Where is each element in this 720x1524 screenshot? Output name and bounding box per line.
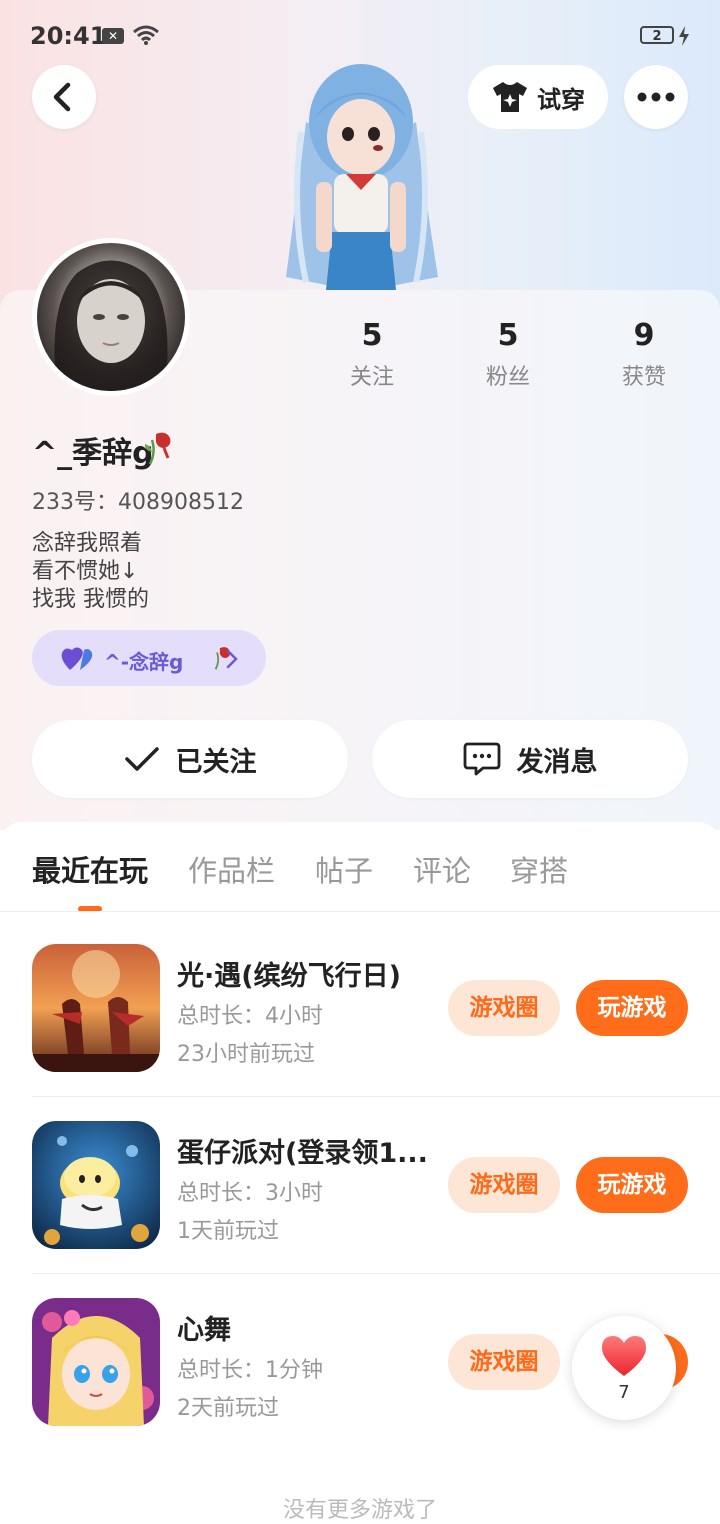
profile-stats: 5 关注 5 粉丝 9 获赞 (330, 318, 700, 398)
avatar[interactable] (32, 238, 190, 396)
floating-like-button[interactable]: 7 (572, 1316, 676, 1420)
heart-icon (602, 1336, 646, 1376)
cp-name: ^-念辞g (104, 650, 184, 674)
avatar-photo (37, 243, 185, 391)
game-last-played: 23小时前玩过 (177, 1042, 315, 1067)
stat-label: 关注 (349, 365, 394, 390)
divider (0, 911, 720, 912)
chevron-left-icon (53, 82, 71, 112)
follow-label: 已关注 (175, 746, 257, 778)
tab-outfits[interactable]: 穿搭 (510, 848, 568, 890)
stat-label: 粉丝 (485, 365, 530, 390)
charging-icon (679, 26, 689, 46)
stat-value: 5 (497, 318, 519, 353)
checkmark-icon (124, 747, 159, 771)
like-count: 7 (618, 1382, 630, 1403)
bio-line: 找我 我惯的 (32, 587, 149, 612)
heart-pair-icon (61, 647, 93, 670)
game-circle-button[interactable]: 游戏圈 (448, 1334, 560, 1390)
user-bio: 念辞我照着 看不惯她↓ 找我 我惯的 (32, 530, 149, 614)
game-list-item[interactable]: 光·遇(缤纷飞行日) 总时长：4小时 23小时前玩过 游戏圈 玩游戏 (0, 944, 720, 1120)
game-last-played: 2天前玩过 (177, 1396, 279, 1421)
send-message-button[interactable]: 发消息 (372, 720, 688, 798)
tab-bar: 最近在玩 作品栏 帖子 评论 穿搭 (0, 848, 720, 910)
game-duration: 总时长：3小时 (177, 1181, 323, 1206)
game-name: 蛋仔派对(登录领1... (177, 1138, 427, 1169)
no-more-games-text: 没有更多游戏了 (282, 1498, 437, 1523)
divider (32, 1096, 720, 1097)
more-options-button[interactable] (624, 65, 688, 129)
tab-comments[interactable]: 评论 (413, 848, 471, 890)
stat-value: 5 (361, 318, 383, 353)
more-dots-icon (637, 92, 675, 102)
game-icon-sky[interactable] (32, 944, 160, 1072)
cp-relation-pill[interactable]: ^-念辞g (32, 630, 266, 686)
stat-value: 9 (633, 318, 655, 353)
game-name: 光·遇(缤纷飞行日) (177, 961, 401, 992)
avatar-3d-figure (276, 62, 446, 292)
tab-recently-played[interactable]: 最近在玩 (32, 848, 148, 890)
game-icon-xinwu[interactable] (32, 1298, 160, 1426)
game-circle-button[interactable]: 游戏圈 (448, 980, 560, 1036)
user-id: 233号：408908512 (32, 490, 244, 515)
divider (32, 1273, 720, 1274)
tab-works[interactable]: 作品栏 (188, 848, 275, 890)
chevron-right-icon (226, 649, 238, 669)
stat-label: 获赞 (621, 365, 666, 390)
battery-indicator: 2 (640, 26, 674, 44)
game-icon-eggy-party[interactable] (32, 1121, 160, 1249)
username: ^_季辞g (32, 436, 154, 471)
notification-icon: ✕ (102, 28, 124, 44)
chat-bubble-icon (463, 742, 500, 776)
status-time: 20:41 (30, 22, 107, 50)
back-button[interactable] (32, 65, 96, 129)
try-on-label: 试穿 (537, 85, 585, 114)
game-duration: 总时长：1分钟 (177, 1358, 323, 1383)
play-game-button[interactable]: 玩游戏 (576, 980, 688, 1036)
wifi-icon (133, 25, 159, 45)
wilted-rose-icon (144, 432, 171, 465)
stat-following[interactable]: 5 关注 (330, 318, 414, 391)
game-last-played: 1天前玩过 (177, 1219, 279, 1244)
bio-line: 念辞我照着 (32, 531, 143, 556)
shirt-icon (493, 82, 527, 112)
stat-followers[interactable]: 5 粉丝 (466, 318, 550, 391)
try-on-button[interactable]: 试穿 (468, 65, 608, 129)
follow-button[interactable]: 已关注 (32, 720, 348, 798)
game-name: 心舞 (177, 1315, 231, 1346)
message-label: 发消息 (516, 746, 598, 778)
game-circle-button[interactable]: 游戏圈 (448, 1157, 560, 1213)
tab-posts[interactable]: 帖子 (315, 848, 373, 890)
play-game-button[interactable]: 玩游戏 (576, 1157, 688, 1213)
game-list-item[interactable]: 蛋仔派对(登录领1... 总时长：3小时 1天前玩过 游戏圈 玩游戏 (0, 1121, 720, 1297)
game-duration: 总时长：4小时 (177, 1004, 323, 1029)
bio-line: 看不惯她↓ (32, 559, 139, 584)
stat-likes[interactable]: 9 获赞 (602, 318, 686, 391)
